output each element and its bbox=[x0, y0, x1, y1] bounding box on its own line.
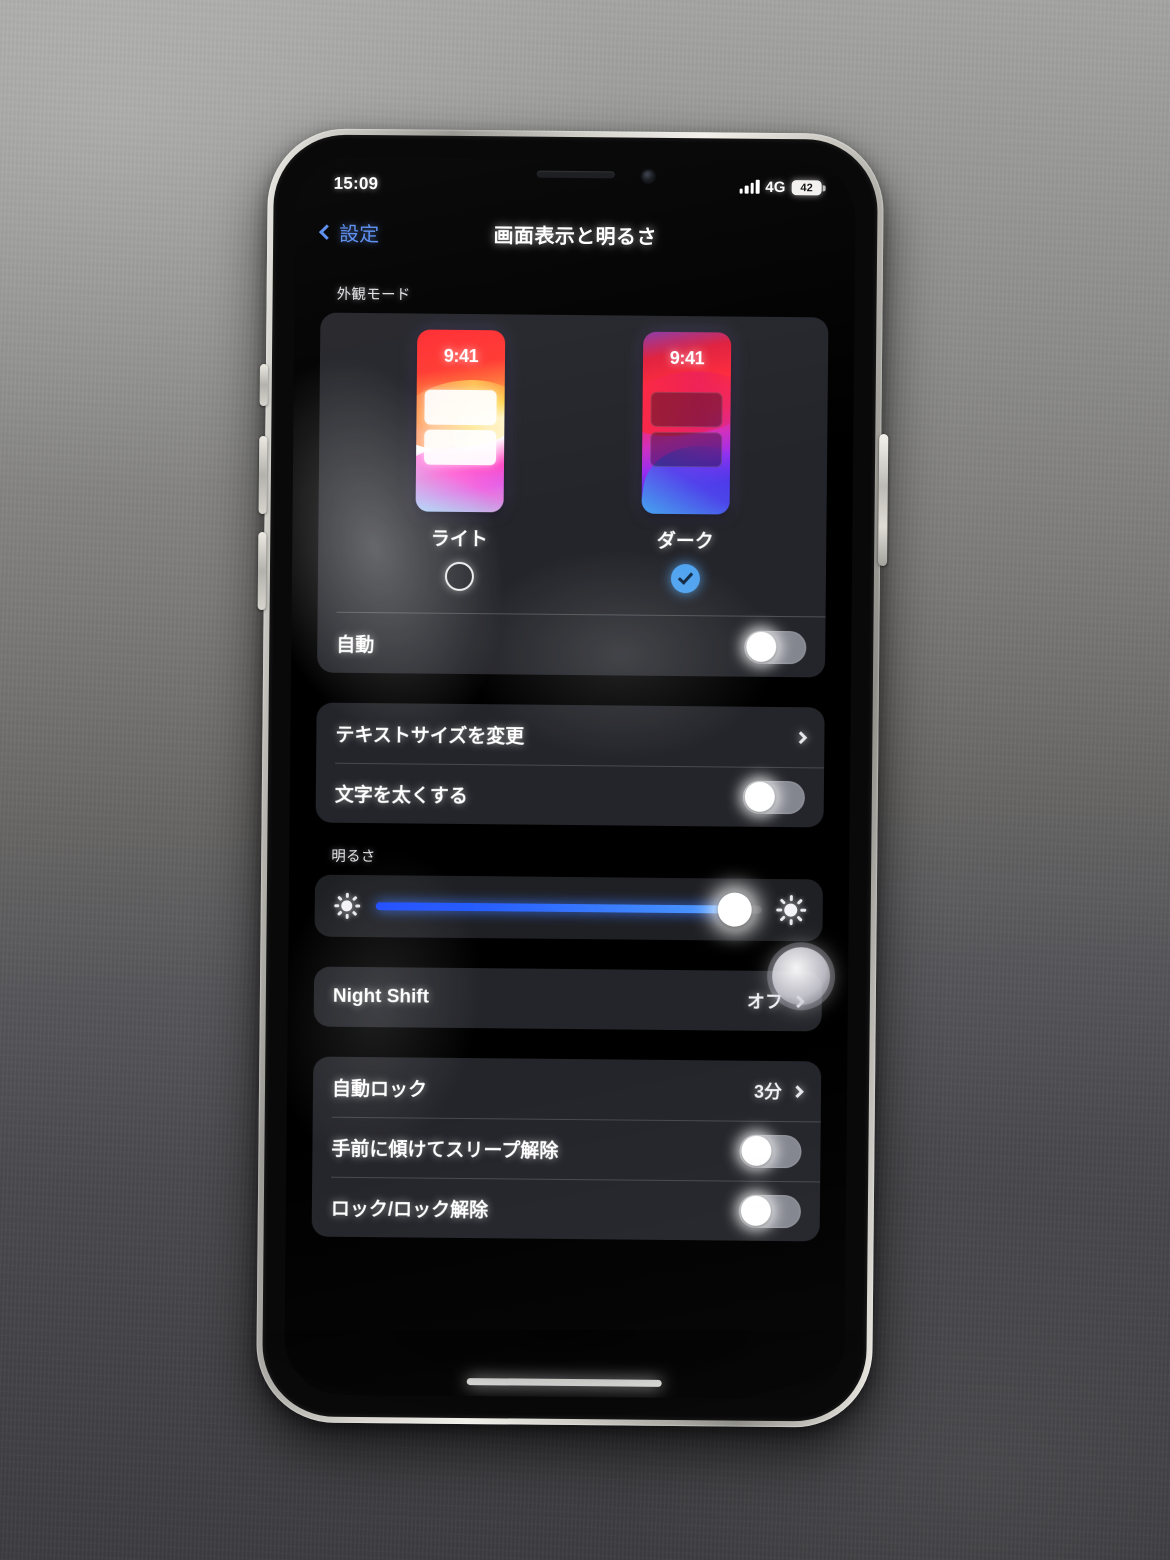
dark-mode-label: ダーク bbox=[656, 530, 714, 553]
toggle-knob bbox=[746, 631, 777, 662]
bold-text-label: 文字を太くする bbox=[334, 784, 468, 807]
photo-scene: 15:09 4G 42 設定 画面表示と明るさ 外観モード 9:41 ライト 9… bbox=[0, 0, 1170, 1560]
appearance-card: 9:41 ライト 9:41 ダーク 自動 bbox=[317, 312, 829, 678]
brightness-slider-thumb[interactable] bbox=[717, 892, 752, 927]
chevron-right-icon bbox=[792, 994, 805, 1008]
row-text-size[interactable]: テキストサイズを変更 bbox=[316, 703, 825, 768]
preview-notification-card bbox=[424, 429, 497, 466]
phone-screen: 15:09 4G 42 設定 画面表示と明るさ 外観モード 9:41 ライト 9… bbox=[284, 156, 856, 1400]
row-raise-to-wake[interactable]: 手前に傾けてスリープ解除 bbox=[312, 1117, 821, 1182]
night-shift-card: Night Shift オフ bbox=[313, 966, 823, 1032]
dark-mode-radio[interactable] bbox=[670, 563, 700, 594]
status-indicators: 4G 42 bbox=[739, 178, 822, 197]
light-mode-label: ライト bbox=[430, 528, 488, 551]
night-shift-label: Night Shift bbox=[332, 985, 430, 1008]
toggle-knob bbox=[741, 1135, 772, 1166]
auto-appearance-label: 自動 bbox=[336, 634, 375, 656]
notch bbox=[471, 158, 680, 193]
raise-to-wake-label: 手前に傾けてスリープ解除 bbox=[331, 1138, 559, 1162]
toggle-knob bbox=[744, 781, 775, 812]
earpiece-speaker-icon bbox=[536, 170, 615, 179]
auto-lock-value: 3分 bbox=[753, 1081, 783, 1103]
sun-large-icon bbox=[775, 895, 806, 926]
brightness-card bbox=[314, 874, 824, 942]
iphone-device: 15:09 4G 42 設定 画面表示と明るさ 外観モード 9:41 ライト 9… bbox=[255, 128, 889, 1428]
auto-lock-label: 自動ロック bbox=[331, 1078, 428, 1101]
front-camera-icon bbox=[642, 170, 654, 182]
preview-notification-card bbox=[424, 389, 497, 426]
preview-notification-card bbox=[650, 391, 723, 428]
chevron-left-icon bbox=[318, 223, 335, 240]
mute-switch[interactable] bbox=[259, 364, 268, 407]
text-settings-card: テキストサイズを変更 文字を太くする bbox=[315, 702, 825, 828]
light-wallpaper-preview: 9:41 bbox=[415, 329, 506, 513]
bold-text-toggle[interactable] bbox=[742, 780, 805, 814]
brightness-slider-fill bbox=[375, 902, 735, 914]
row-auto-lock[interactable]: 自動ロック 3分 bbox=[313, 1057, 822, 1122]
raise-to-wake-toggle[interactable] bbox=[739, 1134, 802, 1168]
night-shift-value: オフ bbox=[746, 991, 783, 1013]
brightness-slider[interactable] bbox=[375, 892, 762, 927]
status-time: 15:09 bbox=[333, 173, 379, 193]
preview-notification-card bbox=[649, 431, 723, 468]
volume-down-button[interactable] bbox=[257, 531, 267, 611]
brightness-section-header: 明るさ bbox=[331, 848, 376, 866]
text-size-label: テキストサイズを変更 bbox=[335, 724, 525, 748]
appearance-option-dark[interactable]: 9:41 ダーク bbox=[620, 331, 752, 594]
back-to-settings-button[interactable]: 設定 bbox=[318, 217, 380, 247]
dark-preview-clock: 9:41 bbox=[669, 347, 705, 369]
auto-appearance-toggle[interactable] bbox=[744, 630, 807, 664]
light-preview-clock: 9:41 bbox=[443, 345, 479, 367]
lock-settings-card: 自動ロック 3分 手前に傾けてスリープ解除 ロック/ロック解除 bbox=[311, 1056, 822, 1242]
back-button-label: 設定 bbox=[339, 223, 380, 246]
appearance-section-header: 外観モード bbox=[336, 286, 411, 304]
appearance-options: 9:41 ライト 9:41 ダーク bbox=[318, 329, 829, 599]
battery-level-label: 42 bbox=[800, 181, 814, 194]
settings-content: 外観モード 9:41 ライト 9:41 ダーク 自動 テキストサイズを変更 文字… bbox=[284, 260, 855, 1399]
lock-unlock-label: ロック/ロック解除 bbox=[330, 1198, 489, 1221]
volume-up-button[interactable] bbox=[258, 436, 268, 515]
row-lock-unlock[interactable]: ロック/ロック解除 bbox=[312, 1177, 821, 1242]
sun-small-icon bbox=[332, 891, 362, 921]
lock-unlock-toggle[interactable] bbox=[738, 1194, 802, 1228]
dark-wallpaper-preview: 9:41 bbox=[641, 331, 732, 515]
row-bold-text[interactable]: 文字を太くする bbox=[316, 763, 825, 828]
appearance-option-light[interactable]: 9:41 ライト bbox=[394, 329, 526, 592]
network-type-label: 4G bbox=[765, 178, 786, 197]
toggle-knob bbox=[740, 1195, 771, 1226]
light-mode-radio[interactable] bbox=[444, 561, 474, 592]
checkmark-icon bbox=[677, 568, 694, 585]
chevron-right-icon bbox=[791, 1084, 804, 1098]
battery-icon: 42 bbox=[791, 180, 822, 196]
cellular-signal-icon bbox=[739, 179, 760, 194]
row-auto-appearance[interactable]: 自動 bbox=[317, 613, 826, 678]
phone-bezel: 15:09 4G 42 設定 画面表示と明るさ 外観モード 9:41 ライト 9… bbox=[261, 134, 879, 1422]
power-button[interactable] bbox=[878, 433, 889, 567]
chevron-right-icon bbox=[794, 730, 808, 744]
navigation-bar: 設定 画面表示と明るさ bbox=[295, 204, 855, 263]
row-night-shift[interactable]: Night Shift オフ bbox=[314, 967, 823, 1032]
